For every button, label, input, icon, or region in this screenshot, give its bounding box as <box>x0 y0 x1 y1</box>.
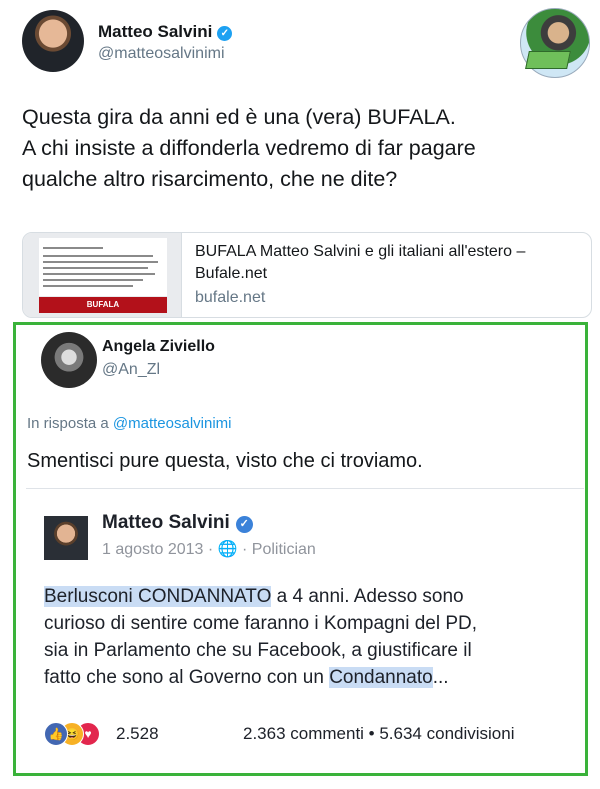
author-handle[interactable]: @matteosalvinimi <box>98 45 225 63</box>
reaction-icons[interactable]: 👍 😆 ♥ <box>44 722 114 746</box>
reply-author-avatar[interactable] <box>41 332 97 388</box>
tweet-line: qualche altro risarcimento, che ne dite? <box>22 167 398 191</box>
thumbnail-label: BUFALA <box>39 297 167 313</box>
reactions-count[interactable]: 2.528 <box>116 724 159 744</box>
tweet-line: Questa gira da anni ed è una (vera) BUFA… <box>22 105 456 129</box>
fb-post-meta: 1 agosto 2013 · 🌐 · Politician <box>102 541 316 558</box>
link-card[interactable]: BUFALA BUFALA Matteo Salvini e gli itali… <box>22 232 592 318</box>
author-name[interactable]: Matteo Salvini ✓ <box>98 22 233 42</box>
fb-author-name-text: Matteo Salvini <box>102 512 230 533</box>
highlighted-text: Condannato <box>329 667 433 688</box>
like-icon: 👍 <box>44 722 68 746</box>
highlighted-text: Berlusconi CONDANNATO <box>44 586 272 607</box>
author-name-text: Matteo Salvini <box>98 22 213 41</box>
in-reply-to: In risposta a @matteosalvinimi <box>27 415 231 432</box>
tweet-text: Questa gira da anni ed è una (vera) BUFA… <box>22 102 582 195</box>
fb-body-text: a 4 anni. Adesso sono <box>271 586 464 607</box>
reply-text: Smentisci pure questa, visto che ci trov… <box>27 450 423 472</box>
fb-body-line: sia in Parlamento che su Facebook, a giu… <box>44 640 472 661</box>
fb-post-body: Berlusconi CONDANNATO a 4 anni. Adesso s… <box>44 583 584 691</box>
in-reply-mention-link[interactable]: @matteosalvinimi <box>113 415 232 432</box>
link-card-domain: bufale.net <box>195 289 266 306</box>
fb-body-text: fatto che sono al Governo con un <box>44 667 330 688</box>
verified-icon: ✓ <box>217 26 233 41</box>
reply-author-name[interactable]: Angela Ziviello <box>102 338 215 356</box>
fb-body-line: Berlusconi CONDANNATO a 4 anni. Adesso s… <box>44 583 584 610</box>
link-card-title[interactable]: BUFALA Matteo Salvini e gli italiani all… <box>195 241 585 285</box>
fb-author-name[interactable]: Matteo Salvini ✓ <box>102 512 253 534</box>
tweet-line: A chi insiste a diffonderla vedremo di f… <box>22 136 476 160</box>
cartoon-avatar-image <box>520 8 590 78</box>
fb-body-line: fatto che sono al Governo con un Condann… <box>44 664 584 691</box>
comments-shares-stats[interactable]: 2.363 commenti • 5.634 condivisioni <box>243 724 515 744</box>
in-reply-prefix: In risposta a <box>27 415 113 432</box>
link-card-thumbnail: BUFALA <box>23 233 182 317</box>
fb-author-avatar[interactable] <box>44 516 88 560</box>
verified-icon: ✓ <box>235 516 253 533</box>
reply-author-handle[interactable]: @An_Zl <box>102 361 160 379</box>
author-avatar[interactable] <box>22 10 84 72</box>
fb-body-text: ... <box>432 667 449 688</box>
fb-body-line: curioso di sentire come faranno i Kompag… <box>44 613 478 634</box>
